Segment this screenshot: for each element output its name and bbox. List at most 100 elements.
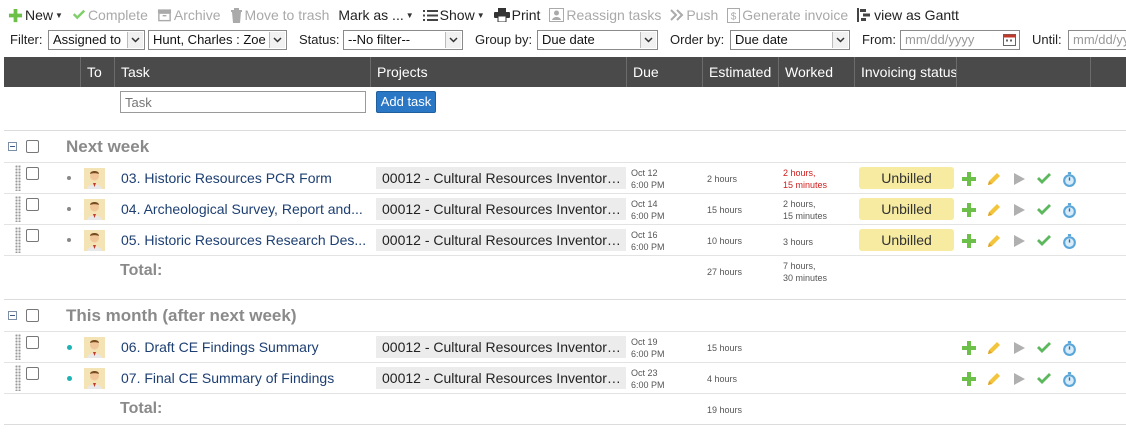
add-subtask-plus-icon[interactable] xyxy=(959,169,979,189)
start-play-icon[interactable] xyxy=(1009,369,1029,389)
row-checkbox[interactable] xyxy=(26,336,39,349)
row-actions xyxy=(959,169,1084,189)
reassign-tasks-button[interactable]: Reassign tasks xyxy=(549,7,661,23)
assignee-select[interactable]: Hunt, Charles : Zoe xyxy=(148,30,287,50)
row-checkbox[interactable] xyxy=(26,198,39,211)
column-due[interactable]: Due xyxy=(626,57,702,87)
edit-pencil-icon[interactable] xyxy=(984,231,1004,251)
status-badge[interactable]: Unbilled xyxy=(859,198,954,220)
complete-check-icon[interactable] xyxy=(1034,338,1054,358)
group-checkbox[interactable] xyxy=(26,140,39,153)
complete-check-icon[interactable] xyxy=(1034,169,1054,189)
status-badge[interactable]: Unbilled xyxy=(859,229,954,251)
filter-type-select[interactable]: Assigned to xyxy=(48,30,145,50)
task-name-link[interactable]: 06. Draft CE Findings Summary xyxy=(121,339,376,355)
column-invoicing-status[interactable]: Invoicing status xyxy=(854,57,958,87)
project-cell[interactable]: 00012 - Cultural Resources Inventory ... xyxy=(376,336,626,358)
collapse-icon[interactable] xyxy=(8,142,17,151)
add-subtask-plus-icon[interactable] xyxy=(959,338,979,358)
from-date-input[interactable]: mm/dd/yyyy xyxy=(900,30,1020,50)
avatar xyxy=(84,230,105,251)
table-row[interactable]: 06. Draft CE Findings Summary 00012 - Cu… xyxy=(4,331,1126,362)
drag-handle-icon[interactable] xyxy=(15,365,21,391)
edit-pencil-icon[interactable] xyxy=(984,338,1004,358)
column-worked[interactable]: Worked xyxy=(778,57,854,87)
total-estimated: 19 hours xyxy=(707,405,743,415)
project-cell[interactable]: 00012 - Cultural Resources Inventory ... xyxy=(376,367,626,389)
timer-stopwatch-icon[interactable] xyxy=(1059,200,1079,220)
column-task[interactable]: Task xyxy=(114,57,370,87)
bullet-icon xyxy=(67,238,71,242)
timer-stopwatch-icon[interactable] xyxy=(1059,169,1079,189)
due-cell: Oct 12 6:00 PM xyxy=(631,167,665,191)
task-name-link[interactable]: 05. Historic Resources Research Des... xyxy=(121,232,376,248)
edit-pencil-icon[interactable] xyxy=(984,369,1004,389)
push-button[interactable]: Push xyxy=(670,7,718,23)
add-task-button[interactable]: Add task xyxy=(376,91,436,113)
svg-text:$: $ xyxy=(731,11,737,22)
show-label: Show xyxy=(439,7,475,23)
status-badge[interactable]: Unbilled xyxy=(859,167,954,189)
calendar-icon[interactable] xyxy=(1003,33,1016,49)
drag-handle-icon[interactable] xyxy=(15,196,21,222)
complete-check-icon[interactable] xyxy=(1034,369,1054,389)
group-by-select[interactable]: Due date xyxy=(537,30,658,50)
archive-button[interactable]: Archive xyxy=(157,7,221,23)
complete-check-icon[interactable] xyxy=(1034,200,1054,220)
add-subtask-plus-icon[interactable] xyxy=(959,369,979,389)
start-play-icon[interactable] xyxy=(1009,200,1029,220)
task-name-link[interactable]: 03. Historic Resources PCR Form xyxy=(121,170,376,186)
until-date-input[interactable]: mm/dd/yyyy xyxy=(1068,30,1126,50)
estimated-cell: 15 hours xyxy=(707,205,743,215)
collapse-icon[interactable] xyxy=(8,311,17,320)
row-actions xyxy=(959,231,1084,251)
table-row[interactable]: 04. Archeological Survey, Report and... … xyxy=(4,193,1126,224)
timer-stopwatch-icon[interactable] xyxy=(1059,231,1079,251)
mark-as-menu[interactable]: Mark as ... ▼ xyxy=(338,7,413,23)
start-play-icon[interactable] xyxy=(1009,231,1029,251)
table-row[interactable]: 03. Historic Resources PCR Form 00012 - … xyxy=(4,162,1126,193)
task-name-link[interactable]: 04. Archeological Survey, Report and... xyxy=(121,201,376,217)
row-checkbox[interactable] xyxy=(26,229,39,242)
project-cell[interactable]: 00012 - Cultural Resources Inventory ... xyxy=(376,167,626,189)
order-by-select[interactable]: Due date xyxy=(730,30,850,50)
complete-check-icon[interactable] xyxy=(1034,231,1054,251)
timer-stopwatch-icon[interactable] xyxy=(1059,369,1079,389)
project-cell[interactable]: 00012 - Cultural Resources Inventory ... xyxy=(376,198,626,220)
table-row[interactable]: 07. Final CE Summary of Findings 00012 -… xyxy=(4,362,1126,393)
edit-pencil-icon[interactable] xyxy=(984,169,1004,189)
row-checkbox[interactable] xyxy=(26,367,39,380)
project-cell[interactable]: 00012 - Cultural Resources Inventory ... xyxy=(376,229,626,251)
estimated-cell: 15 hours xyxy=(707,343,743,353)
edit-pencil-icon[interactable] xyxy=(984,200,1004,220)
drag-handle-icon[interactable] xyxy=(15,227,21,253)
column-to[interactable]: To xyxy=(80,57,114,87)
view-as-gantt-button[interactable]: view as Gantt xyxy=(857,7,959,23)
show-menu[interactable]: Show ▼ xyxy=(422,7,485,23)
worked-cell: 2 hours, 15 minutes xyxy=(783,167,853,191)
column-estimated[interactable]: Estimated xyxy=(702,57,778,87)
add-subtask-plus-icon[interactable] xyxy=(959,231,979,251)
table-row[interactable]: 05. Historic Resources Research Des... 0… xyxy=(4,224,1126,255)
print-button[interactable]: Print xyxy=(493,7,540,23)
add-subtask-plus-icon[interactable] xyxy=(959,200,979,220)
move-to-trash-button[interactable]: Move to trash xyxy=(230,7,329,23)
timer-stopwatch-icon[interactable] xyxy=(1059,338,1079,358)
new-task-input[interactable] xyxy=(120,91,366,113)
row-checkbox[interactable] xyxy=(26,167,39,180)
due-date: Oct 19 xyxy=(631,337,658,347)
row-actions xyxy=(959,200,1084,220)
drag-handle-icon[interactable] xyxy=(15,334,21,360)
start-play-icon[interactable] xyxy=(1009,169,1029,189)
bullet-icon xyxy=(67,345,72,350)
chevron-down-icon xyxy=(269,32,285,48)
column-projects[interactable]: Projects xyxy=(370,57,626,87)
task-name-link[interactable]: 07. Final CE Summary of Findings xyxy=(121,370,376,386)
status-select[interactable]: --No filter-- xyxy=(343,30,463,50)
drag-handle-icon[interactable] xyxy=(15,165,21,191)
complete-button[interactable]: Complete xyxy=(72,7,148,23)
group-checkbox[interactable] xyxy=(26,309,39,322)
start-play-icon[interactable] xyxy=(1009,338,1029,358)
generate-invoice-button[interactable]: $ Generate invoice xyxy=(727,7,848,23)
new-button[interactable]: New ▼ xyxy=(8,7,63,23)
